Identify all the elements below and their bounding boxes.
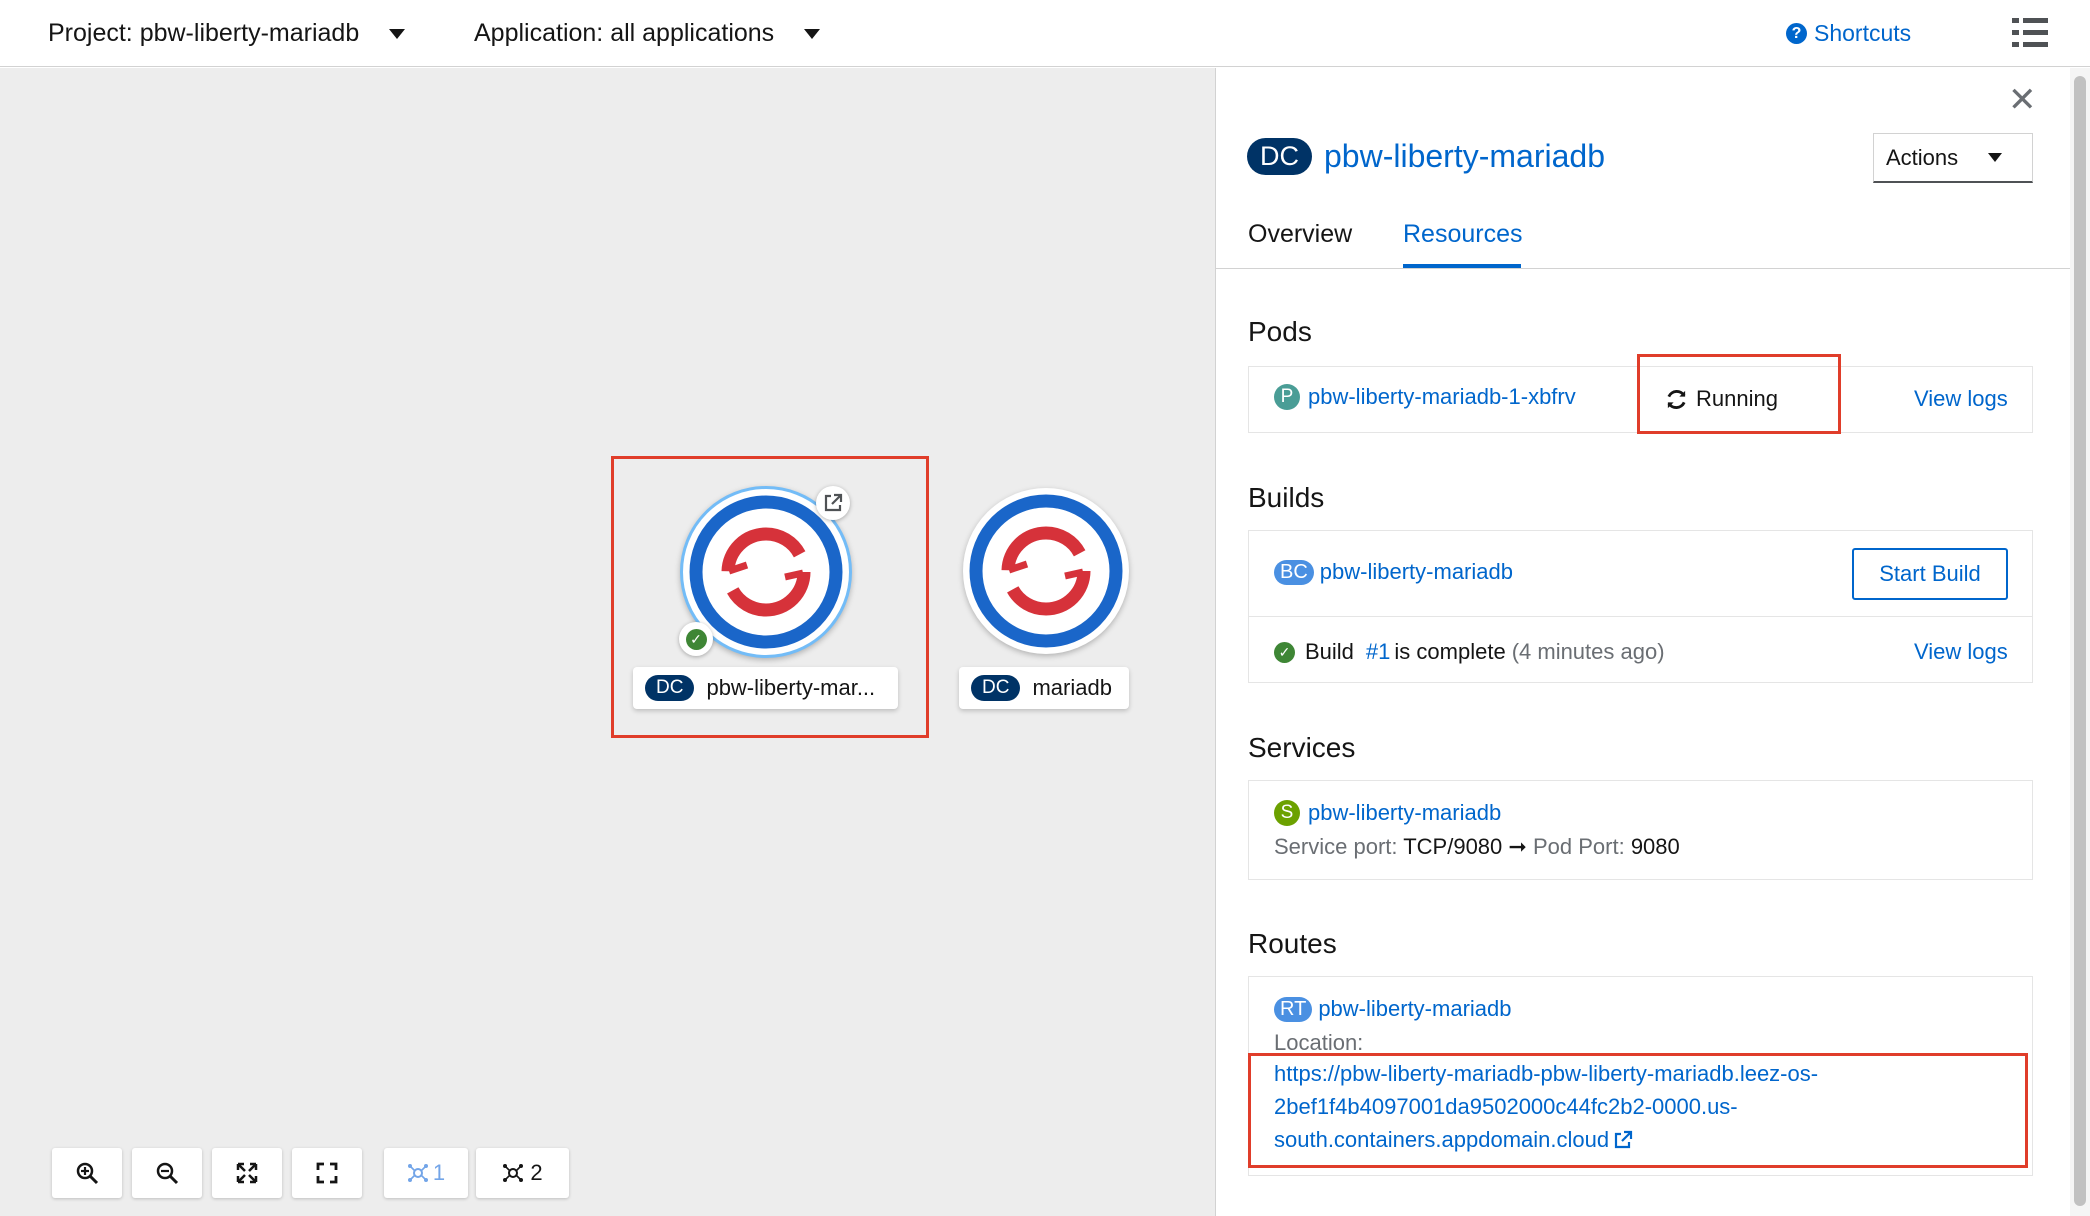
builds-divider xyxy=(1248,616,2033,617)
service-badge: S xyxy=(1274,800,1300,826)
actions-label: Actions xyxy=(1886,144,1959,170)
build-view-logs-link[interactable]: View logs xyxy=(1914,639,2008,665)
close-icon[interactable]: ✕ xyxy=(2008,80,2037,120)
fit-to-screen-button[interactable] xyxy=(212,1148,282,1198)
external-link-icon xyxy=(824,493,843,512)
tab-resources[interactable]: Resources xyxy=(1403,220,1523,249)
pod-badge: P xyxy=(1274,384,1300,410)
service-port-label: Service port: xyxy=(1274,834,1398,859)
start-build-button[interactable]: Start Build xyxy=(1852,548,2008,600)
topology-layout-2-icon xyxy=(503,1164,524,1182)
panel-scrollbar[interactable] xyxy=(2070,68,2090,1216)
pod-status-text: Running xyxy=(1696,386,1778,411)
pod-view-logs-link[interactable]: View logs xyxy=(1914,386,2008,412)
build-config-row: BC pbw-liberty-mariadb xyxy=(1274,559,1513,585)
panel-title: DC pbw-liberty-mariadb xyxy=(1247,133,1605,179)
route-link[interactable]: pbw-liberty-mariadb xyxy=(1318,996,1511,1022)
sync-icon xyxy=(1667,389,1686,409)
shortcuts-label: Shortcuts xyxy=(1814,20,1912,46)
zoom-out-button[interactable] xyxy=(132,1148,202,1198)
build-time: (4 minutes ago) xyxy=(1511,639,1665,664)
arrow-right-icon: ➞ xyxy=(1508,834,1527,859)
topology-layout-1-icon xyxy=(407,1164,428,1182)
application-selector-label: Application: all applications xyxy=(474,19,775,47)
route-url-line-1[interactable]: https://pbw-liberty-mariadb-pbw-liberty-… xyxy=(1274,1061,1818,1087)
zoom-out-icon xyxy=(156,1162,179,1185)
build-number-link[interactable]: #1 xyxy=(1366,639,1390,665)
pod-port-label: Pod Port: xyxy=(1532,834,1625,859)
node-name: mariadb xyxy=(1032,675,1112,700)
pods-heading: Pods xyxy=(1248,316,1312,347)
open-url-decorator[interactable] xyxy=(816,486,850,520)
dc-badge: DC xyxy=(645,675,695,701)
build-status-row: ✓ Build #1 is complete (4 minutes ago) xyxy=(1274,639,1665,665)
shortcuts-link[interactable]: ? Shortcuts xyxy=(1786,0,1911,67)
project-selector-label: Project: pbw-liberty-mariadb xyxy=(48,19,360,47)
service-row: S pbw-liberty-mariadb xyxy=(1274,800,1501,826)
pod-row: P pbw-liberty-mariadb-1-xbfrv xyxy=(1274,384,1576,410)
pod-port-value: 9080 xyxy=(1630,834,1680,859)
layout-1-button[interactable]: 1 xyxy=(384,1148,468,1198)
reset-view-icon xyxy=(316,1162,338,1184)
fit-to-screen-icon xyxy=(236,1162,258,1184)
builds-heading: Builds xyxy=(1248,482,1325,513)
dc-badge: DC xyxy=(1247,137,1312,175)
service-port-row: Service port: TCP/9080 ➞ Pod Port: 9080 xyxy=(1274,834,1680,860)
top-bar: Project: pbw-liberty-mariadb Application… xyxy=(0,0,2090,67)
pod-link[interactable]: pbw-liberty-mariadb-1-xbfrv xyxy=(1308,384,1576,410)
external-link-icon xyxy=(1615,1130,1633,1149)
question-circle-icon: ? xyxy=(1786,23,1807,44)
application-selector[interactable]: Application: all applications xyxy=(474,0,821,67)
layout-2-label: 2 xyxy=(530,1160,543,1185)
resource-name: pbw-liberty-mariadb xyxy=(1324,137,1605,174)
build-status-decorator[interactable]: ✓ xyxy=(679,622,713,656)
caret-down-icon xyxy=(389,28,406,39)
actions-dropdown[interactable]: Actions xyxy=(1873,133,2033,183)
layout-1-label: 1 xyxy=(432,1160,446,1185)
caret-down-icon xyxy=(804,28,821,39)
caret-down-icon xyxy=(1988,153,2003,162)
node-label-pbw-liberty-mariadb[interactable]: DC pbw-liberty-mar... xyxy=(633,667,898,709)
reset-view-button[interactable] xyxy=(292,1148,362,1198)
node-mariadb[interactable] xyxy=(963,488,1129,654)
services-card xyxy=(1248,780,2033,880)
routes-heading: Routes xyxy=(1248,928,1337,959)
zoom-in-icon xyxy=(76,1162,99,1185)
build-config-link[interactable]: pbw-liberty-mariadb xyxy=(1320,559,1513,585)
check-circle-icon: ✓ xyxy=(685,628,707,650)
build-status-text: is complete xyxy=(1394,639,1506,664)
route-url-line-3-text: south.containers.appdomain.cloud xyxy=(1274,1127,1610,1152)
zoom-in-button[interactable] xyxy=(52,1148,122,1198)
route-row: RT pbw-liberty-mariadb xyxy=(1274,996,1512,1022)
layout-2-button[interactable]: 2 xyxy=(476,1148,569,1198)
check-circle-icon: ✓ xyxy=(1274,641,1295,663)
build-prefix: Build xyxy=(1305,639,1354,664)
route-location-label: Location: xyxy=(1274,1030,1364,1055)
node-label-mariadb[interactable]: DC mariadb xyxy=(959,667,1129,709)
route-url-line-3[interactable]: south.containers.appdomain.cloud xyxy=(1274,1127,1633,1153)
service-link[interactable]: pbw-liberty-mariadb xyxy=(1308,800,1501,826)
route-badge: RT xyxy=(1274,996,1313,1022)
list-view-icon[interactable] xyxy=(2012,18,2048,48)
project-selector[interactable]: Project: pbw-liberty-mariadb xyxy=(48,0,406,67)
dc-badge: DC xyxy=(971,675,1021,701)
services-heading: Services xyxy=(1248,732,1356,763)
tabs-divider xyxy=(1216,268,2070,269)
openshift-logo-icon xyxy=(969,494,1123,648)
build-config-badge: BC xyxy=(1274,559,1314,585)
pod-status: Running xyxy=(1665,386,1778,412)
tab-overview[interactable]: Overview xyxy=(1248,220,1352,249)
service-port-value: TCP/9080 xyxy=(1403,834,1503,859)
route-url-line-2[interactable]: 2bef1f4b4097001da9502000c44fc2b2-0000.us… xyxy=(1274,1094,1738,1120)
node-name: pbw-liberty-mar... xyxy=(706,675,876,700)
